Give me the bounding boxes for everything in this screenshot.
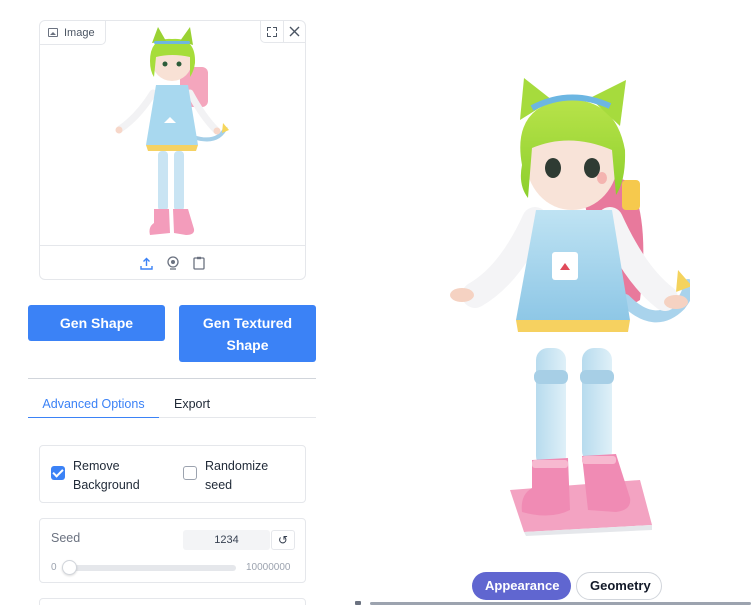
- seed-input[interactable]: 1234: [183, 530, 270, 550]
- seed-min-label: 0: [51, 562, 57, 573]
- rendered-3d-model: [450, 78, 690, 536]
- remove-background-option[interactable]: Remove Background: [51, 457, 161, 495]
- remove-background-checkbox[interactable]: [51, 466, 65, 480]
- reset-icon[interactable]: ↺: [271, 530, 295, 550]
- uploaded-image-preview: [115, 27, 229, 235]
- randomize-seed-option[interactable]: Randomize seed: [183, 457, 293, 495]
- tab-export[interactable]: Export: [174, 393, 210, 418]
- clipboard-icon[interactable]: [191, 255, 207, 271]
- randomize-seed-checkbox[interactable]: [183, 466, 197, 480]
- image-panel-label: Image: [40, 21, 106, 45]
- gen-shape-button[interactable]: Gen Shape: [28, 305, 165, 341]
- close-icon[interactable]: [283, 21, 305, 42]
- randomize-seed-label: Randomize seed: [205, 459, 269, 492]
- seed-max-label: 10000000: [246, 562, 291, 573]
- tab-advanced-options[interactable]: Advanced Options: [28, 393, 159, 418]
- image-actions: [260, 21, 305, 43]
- seed-label: Seed: [51, 531, 81, 545]
- seed-slider[interactable]: [62, 560, 236, 575]
- image-input-panel[interactable]: Image: [39, 20, 306, 280]
- remove-background-label: Remove Background: [73, 459, 140, 492]
- seed-control: Seed 1234 ↺ 0 10000000: [39, 518, 306, 583]
- next-options-panel: [39, 598, 306, 605]
- fullscreen-icon[interactable]: [261, 21, 283, 42]
- options-tabs: Advanced Options Export: [28, 393, 316, 418]
- geometry-mode-button[interactable]: Geometry: [576, 572, 662, 600]
- image-label-text: Image: [64, 26, 95, 39]
- image-icon: [48, 28, 58, 37]
- model-viewer[interactable]: [370, 20, 751, 605]
- section-divider: [28, 378, 316, 379]
- background-options: Remove Background Randomize seed: [39, 445, 306, 503]
- image-source-toolbar: [40, 245, 305, 280]
- gen-textured-shape-button[interactable]: Gen Textured Shape: [179, 305, 316, 362]
- upload-icon[interactable]: [139, 255, 155, 271]
- appearance-mode-button[interactable]: Appearance: [472, 572, 571, 600]
- view-mode-switch: Appearance Geometry: [472, 572, 662, 600]
- webcam-icon[interactable]: [165, 255, 181, 271]
- scrollbar-arrow[interactable]: [355, 601, 361, 605]
- seed-slider-thumb[interactable]: [62, 560, 78, 575]
